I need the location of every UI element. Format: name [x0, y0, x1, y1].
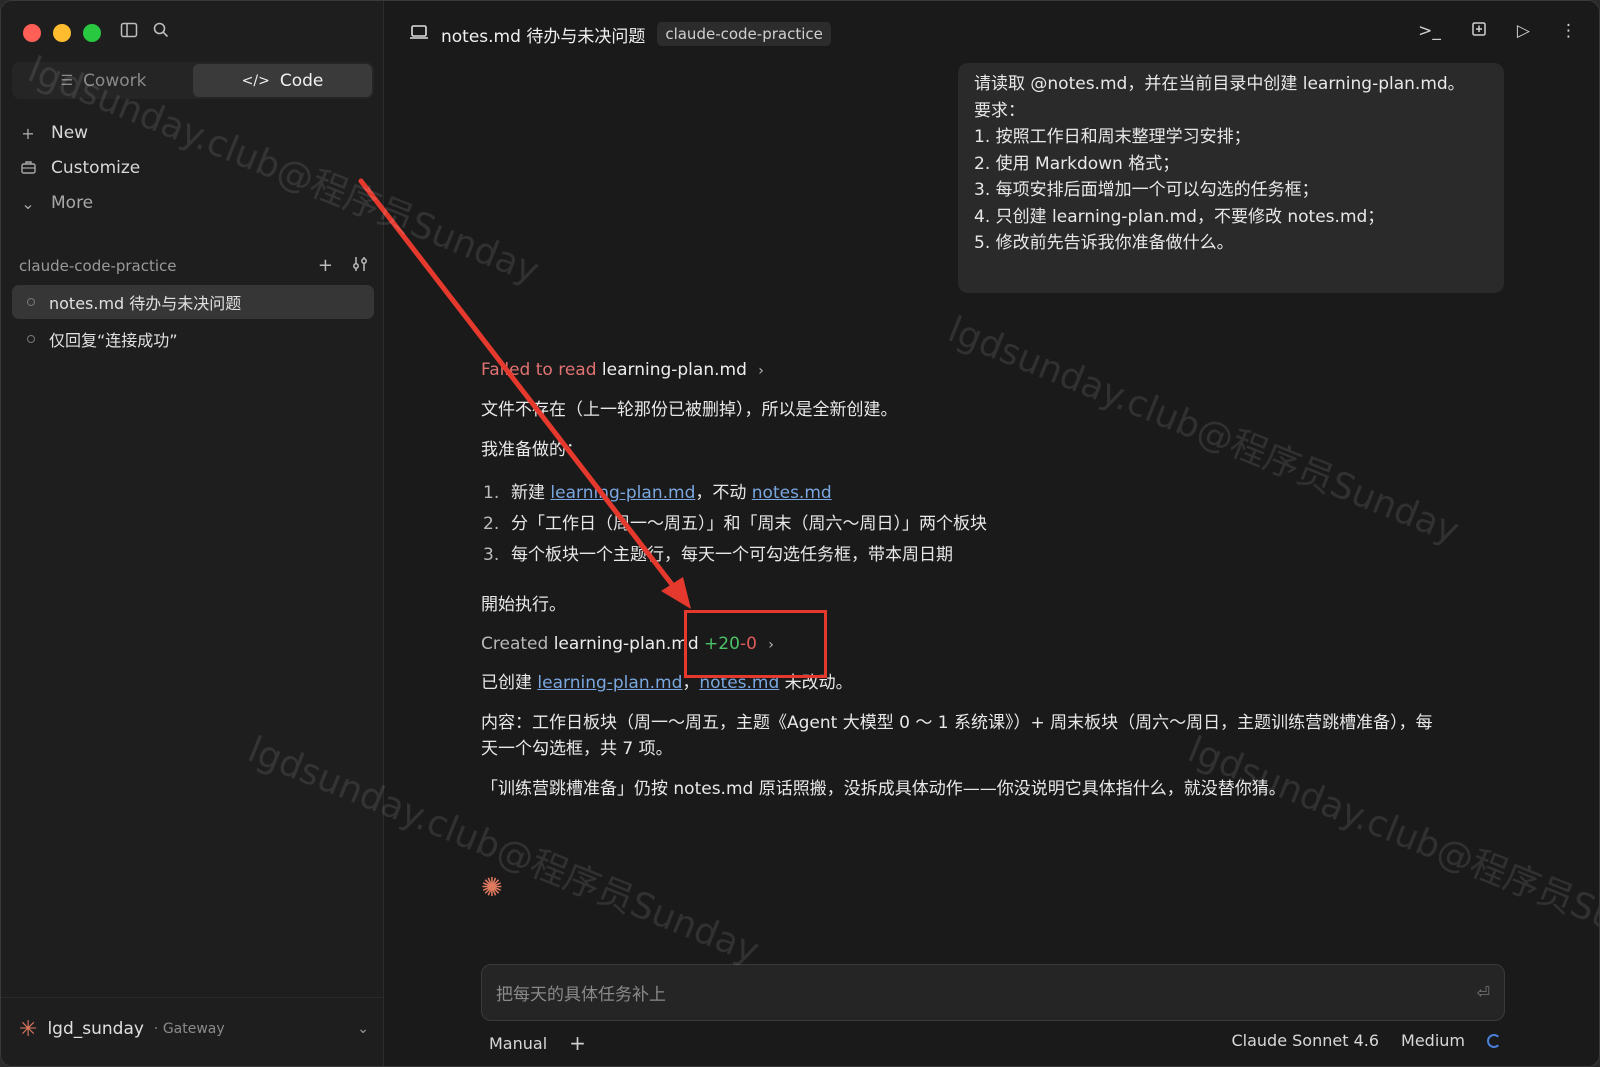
code-icon: </>: [241, 72, 270, 89]
sidebar-item-label: Customize: [51, 158, 141, 178]
session-item[interactable]: notes.md 待办与未决问题: [12, 285, 374, 319]
sidebar-item-label: More: [51, 193, 94, 213]
list-item: 3. 每个板块一个主题行，每天一个可勾选任务框，带本周日期: [481, 540, 987, 571]
app-window: ☰ Cowork </> Code + New Customize ⌄ More…: [0, 0, 1600, 1067]
tab-cowork-label: Cowork: [83, 70, 147, 91]
terminal-icon[interactable]: >_: [1418, 21, 1441, 42]
assistant-text: 「训练营跳槽准备」仍按 notes.md 原话照搬，没拆成具体动作——你没说明它…: [481, 779, 1286, 799]
content-line: 内容：工作日板块（周一～周五，主题《Agent 大模型 0 ～ 1 系统课》）+…: [481, 713, 1433, 733]
sidebar-item-more[interactable]: ⌄ More: [19, 189, 93, 217]
gateway-label: · Gateway: [153, 1021, 225, 1037]
sidebar: ☰ Cowork </> Code + New Customize ⌄ More…: [1, 1, 384, 1066]
mode-switch: ☰ Cowork </> Code: [12, 62, 374, 99]
export-icon[interactable]: [1471, 21, 1487, 42]
list-item: 1. 新建 learning-plan.md，不动 notes.md: [481, 478, 987, 509]
toggle-sidebar-icon[interactable]: [117, 21, 141, 45]
page-title: notes.md 待办与未决问题: [441, 26, 646, 47]
tool-action-label: Created: [481, 634, 549, 654]
session-item[interactable]: 仅回复“连接成功”: [12, 322, 374, 356]
project-name: claude-code-practice: [19, 257, 177, 275]
user-message-line: 要求：: [974, 100, 1025, 121]
add-attachment-icon[interactable]: +: [569, 1031, 586, 1055]
user-message-line: 请读取 @notes.md，并在当前目录中创建 learning-plan.md…: [974, 74, 1465, 94]
search-icon[interactable]: [149, 21, 173, 45]
claude-logo-icon: ✳: [19, 1016, 38, 1042]
user-message-line: 2. 使用 Markdown 格式；: [974, 153, 1180, 174]
assistant-text: 文件不存在（上一轮那份已被删掉），所以是全新创建。: [481, 400, 898, 420]
composer-footer-left: Manual +: [489, 1031, 586, 1055]
tab-code-label: Code: [279, 70, 324, 91]
filter-icon[interactable]: [351, 255, 369, 278]
close-window-button[interactable]: [23, 24, 41, 42]
user-message-line: 5. 修改前先告诉我你准备做什么。: [974, 233, 1234, 253]
permission-mode-button[interactable]: Manual: [489, 1034, 547, 1053]
list-item: 2. 分「工作日（周一～周五）」和「周末（周六～周日）」两个板块: [481, 509, 987, 540]
sidebar-item-customize[interactable]: Customize: [19, 154, 140, 182]
thinking-spinner-icon: ✺: [481, 873, 503, 903]
tab-cowork[interactable]: ☰ Cowork: [14, 64, 193, 97]
session-status-icon: [27, 335, 35, 343]
file-link[interactable]: learning-plan.md: [537, 673, 682, 693]
sidebar-item-label: New: [51, 123, 89, 143]
list-number: 3.: [483, 545, 500, 565]
content-line: 天一个勾选框，共 7 项。: [481, 739, 673, 759]
file-link[interactable]: learning-plan.md: [550, 483, 695, 503]
tab-code[interactable]: </> Code: [193, 64, 372, 97]
tool-file-name: learning-plan.md: [553, 634, 699, 654]
annotation-box: [684, 610, 827, 678]
message-input[interactable]: 把每天的具体任务补上 ⏎: [481, 964, 1505, 1021]
file-link[interactable]: notes.md: [752, 483, 832, 503]
list-icon: ☰: [60, 72, 74, 89]
play-icon[interactable]: ▷: [1517, 21, 1530, 42]
laptop-icon: [409, 24, 429, 44]
session-label: 仅回复“连接成功”: [49, 331, 178, 350]
loading-icon: [1487, 1033, 1501, 1048]
add-session-icon[interactable]: +: [318, 255, 333, 278]
list-text: ，不动: [695, 483, 752, 503]
user-name: lgd_sunday: [47, 1019, 144, 1039]
sidebar-item-new[interactable]: + New: [19, 119, 88, 147]
plus-icon: +: [21, 123, 35, 143]
model-selector[interactable]: Claude Sonnet 4.6: [1231, 1031, 1379, 1050]
composer-footer-right: Claude Sonnet 4.6 Medium: [1231, 1031, 1501, 1050]
titlebar: notes.md 待办与未决问题 claude-code-practice >_…: [385, 19, 1599, 49]
list-text: 分「工作日（周一～周五）」和「周末（周六～周日）」两个板块: [511, 514, 987, 534]
project-badge: claude-code-practice: [657, 22, 831, 46]
chevron-right-icon: ›: [758, 363, 764, 379]
chevron-down-icon: ⌄: [21, 193, 35, 213]
tool-error-text: Failed to read: [481, 360, 597, 380]
zoom-window-button[interactable]: [83, 24, 101, 42]
session-status-icon: [27, 298, 35, 306]
main-panel: notes.md 待办与未决问题 claude-code-practice >_…: [385, 1, 1599, 1066]
minimize-window-button[interactable]: [53, 24, 71, 42]
list-text: 每个板块一个主题行，每天一个可勾选任务框，带本周日期: [511, 545, 953, 565]
list-number: 1.: [483, 483, 500, 503]
assistant-text: 我准备做的：: [481, 440, 583, 460]
user-message: 请读取 @notes.md，并在当前目录中创建 learning-plan.md…: [958, 63, 1504, 293]
chevron-down-icon: ⌄: [357, 1021, 369, 1037]
session-label: notes.md 待办与未决问题: [49, 294, 242, 313]
project-header: claude-code-practice +: [19, 254, 369, 278]
send-icon[interactable]: ⏎: [1477, 983, 1490, 1002]
titlebar-actions: >_ ▷ ⋮: [1418, 21, 1577, 42]
window-controls: [23, 24, 101, 42]
input-placeholder: 把每天的具体任务补上: [496, 985, 666, 1005]
user-message-line: 1. 按照工作日和周末整理学习安排；: [974, 127, 1251, 147]
assistant-text: 内容：工作日板块（周一～周五，主题《Agent 大模型 0 ～ 1 系统课》）+…: [481, 710, 1511, 762]
tool-read-row[interactable]: Failed to read learning-plan.md ›: [481, 357, 764, 384]
list-number: 2.: [483, 514, 500, 534]
text: 已创建: [481, 673, 538, 693]
effort-selector[interactable]: Medium: [1401, 1031, 1465, 1050]
assistant-text: 開始执行。: [481, 595, 566, 615]
account-switcher[interactable]: ✳ lgd_sunday · Gateway ⌄: [19, 1014, 369, 1044]
user-message-line: 3. 每项安排后面增加一个可以勾选的任务框；: [974, 180, 1319, 200]
user-message-line: 4. 只创建 learning-plan.md，不要修改 notes.md；: [974, 206, 1385, 227]
tool-file-name: learning-plan.md: [601, 360, 747, 380]
more-options-icon[interactable]: ⋮: [1560, 21, 1577, 42]
divider: [1, 997, 384, 998]
plan-steps: 1. 新建 learning-plan.md，不动 notes.md 2. 分「工作…: [481, 478, 987, 571]
briefcase-icon: [19, 159, 37, 178]
list-text: 新建: [511, 483, 551, 503]
